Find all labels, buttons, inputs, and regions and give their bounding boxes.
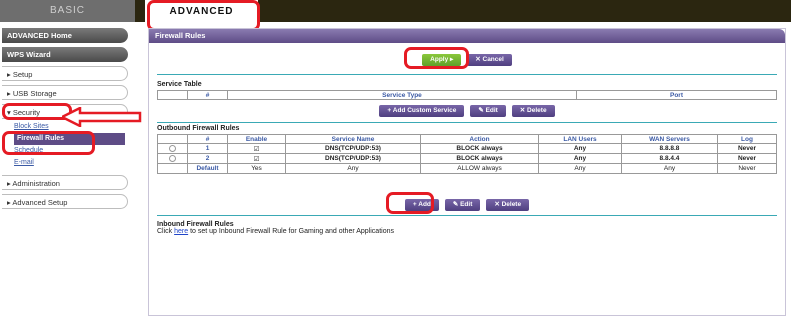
row-radio[interactable] <box>169 144 176 152</box>
log: Never <box>717 153 777 164</box>
sidebar-subitem-schedule[interactable]: Schedule <box>14 145 150 157</box>
outbound-buttons: + Add ✎ Edit ✕ Delete <box>149 199 785 211</box>
enable-value: Yes <box>227 163 286 174</box>
sidebar-item-wps-wizard[interactable]: WPS Wizard <box>2 47 128 62</box>
column-header: Log <box>717 134 777 144</box>
sidebar-subitem-email[interactable]: E-mail <box>14 157 150 169</box>
rule-number: 2 <box>187 153 228 164</box>
lan-users: Any <box>538 163 622 174</box>
divider <box>157 74 777 75</box>
log: Never <box>717 163 777 174</box>
sidebar-item-usb-storage[interactable]: ▸ USB Storage <box>2 85 128 100</box>
add-custom-service-button[interactable]: + Add Custom Service <box>379 105 465 117</box>
tab-basic[interactable]: BASIC <box>0 0 135 22</box>
wan-servers: Any <box>621 163 718 174</box>
service-name: DNS(TCP/UDP:53) <box>285 143 421 154</box>
log: Never <box>717 143 777 154</box>
rule-action: BLOCK always <box>420 153 539 164</box>
lan-users: Any <box>538 143 622 154</box>
outbound-rules-table: # Enable Service Name Action LAN Users W… <box>157 134 777 174</box>
service-table-title: Service Table <box>157 81 202 88</box>
inbound-rules-section: Inbound Firewall Rules Click here to set… <box>157 221 394 235</box>
service-table-buttons: + Add Custom Service ✎ Edit ✕ Delete <box>149 105 785 117</box>
column-header <box>157 134 188 144</box>
row-radio[interactable] <box>169 154 176 162</box>
inbound-rules-text: Click here to set up Inbound Firewall Ru… <box>157 228 394 235</box>
delete-rule-button[interactable]: ✕ Delete <box>486 199 530 211</box>
column-header: WAN Servers <box>621 134 718 144</box>
sidebar-item-advanced-home[interactable]: ADVANCED Home <box>2 28 128 43</box>
rule-number: Default <box>187 163 228 174</box>
rule-action: BLOCK always <box>420 143 539 154</box>
enable-checkbox[interactable]: ☑ <box>227 153 286 164</box>
rule-action: ALLOW always <box>420 163 539 174</box>
service-table: # Service Type Port <box>157 90 777 100</box>
rule-number: 1 <box>187 143 228 154</box>
row-select-cell <box>157 153 188 164</box>
inbound-rules-title: Inbound Firewall Rules <box>157 221 234 228</box>
column-header <box>157 90 188 100</box>
column-header: LAN Users <box>538 134 622 144</box>
service-delete-button[interactable]: ✕ Delete <box>511 105 555 117</box>
sidebar-item-advanced-setup[interactable]: ▸ Advanced Setup <box>2 194 128 209</box>
column-header: Enable <box>227 134 286 144</box>
apply-button[interactable]: Apply ▸ <box>422 54 462 66</box>
column-header: Port <box>576 90 777 100</box>
column-header: Service Type <box>227 90 577 100</box>
sidebar-item-setup[interactable]: ▸ Setup <box>2 66 128 81</box>
tab-advanced[interactable]: ADVANCED <box>145 0 258 30</box>
column-header: Service Name <box>285 134 421 144</box>
top-bar: BASIC ADVANCED <box>0 0 791 30</box>
table-row: 2 ☑ DNS(TCP/UDP:53) BLOCK always Any 8.8… <box>157 153 777 164</box>
column-header: Action <box>420 134 539 144</box>
inbound-text-after: to set up Inbound Firewall Rule for Gami… <box>188 228 394 235</box>
service-edit-button[interactable]: ✎ Edit <box>470 105 506 117</box>
lan-users: Any <box>538 153 622 164</box>
outbound-rules-title: Outbound Firewall Rules <box>157 125 240 132</box>
wan-servers: 8.8.4.4 <box>621 153 718 164</box>
divider <box>157 122 777 123</box>
add-rule-button[interactable]: + Add <box>404 199 439 211</box>
service-name: DNS(TCP/UDP:53) <box>285 153 421 164</box>
red-arrow-icon <box>62 107 142 127</box>
firewall-rules-panel: Firewall Rules Apply ▸ ✕ Cancel Service … <box>148 28 786 316</box>
column-header: # <box>187 134 228 144</box>
cancel-button[interactable]: ✕ Cancel <box>467 54 512 66</box>
divider <box>157 215 777 216</box>
wan-servers: 8.8.8.8 <box>621 143 718 154</box>
inbound-text-before: Click <box>157 228 175 235</box>
enable-checkbox[interactable]: ☑ <box>227 143 286 154</box>
service-name: Any <box>285 163 421 174</box>
table-row-default: Default Yes Any ALLOW always Any Any Nev… <box>157 163 777 174</box>
sidebar-item-administration[interactable]: ▸ Administration <box>2 175 128 190</box>
row-select-cell <box>157 163 188 174</box>
row-select-cell <box>157 143 188 154</box>
panel-title: Firewall Rules <box>149 29 785 43</box>
inbound-here-link[interactable]: here <box>174 228 188 235</box>
edit-rule-button[interactable]: ✎ Edit <box>444 199 481 211</box>
table-row: 1 ☑ DNS(TCP/UDP:53) BLOCK always Any 8.8… <box>157 143 777 154</box>
action-toolbar: Apply ▸ ✕ Cancel <box>149 54 785 66</box>
sidebar-subitem-firewall-rules[interactable]: Firewall Rules <box>14 133 125 145</box>
column-header: # <box>187 90 228 100</box>
